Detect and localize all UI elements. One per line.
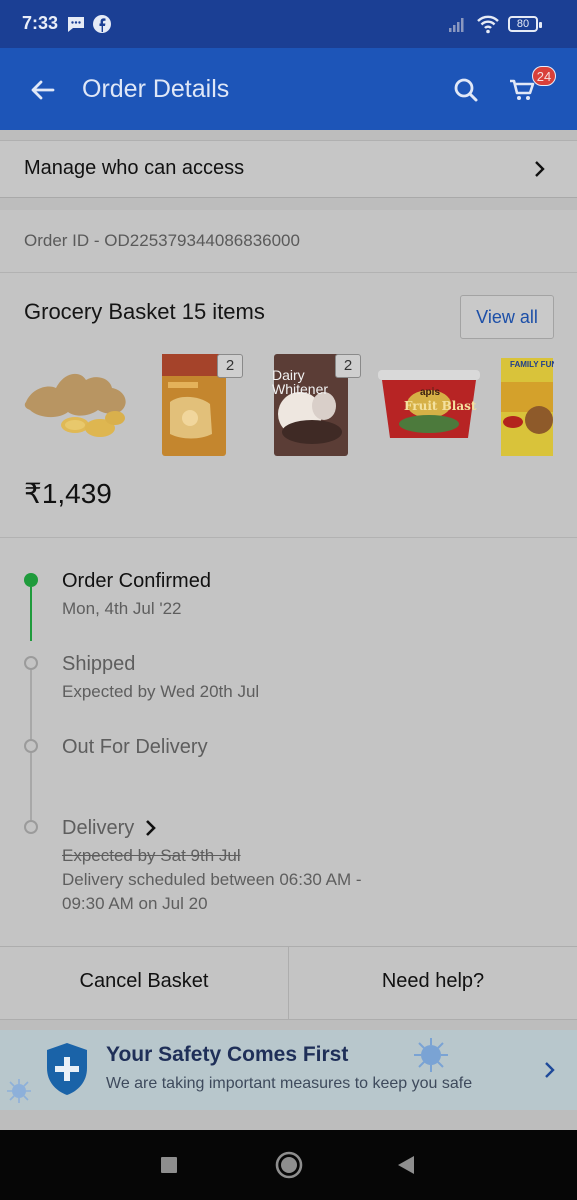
delivery-note: Delivery scheduled between 06:30 AM - [62,870,362,889]
timeline-dot-done [24,573,38,587]
cancel-basket-button[interactable]: Cancel Basket [0,970,288,993]
wifi-icon [477,15,499,34]
quantity-badge: 2 [335,354,361,378]
timeline-dot-pending [24,739,38,753]
pack-text: Fruit Blast [404,399,477,413]
facebook-icon [93,15,111,33]
brand-text: apis [420,387,441,398]
message-icon [68,17,84,32]
timeline-title: Order Confirmed [62,570,211,592]
chevron-right-icon [545,1062,555,1078]
chevron-right-icon[interactable] [143,818,159,838]
timeline-title: Out For Delivery [62,736,208,758]
cart-icon[interactable] [508,76,536,104]
view-all-button[interactable]: View all [460,295,554,339]
page-title: Order Details [82,75,230,103]
chevron-right-icon [535,161,545,177]
battery-indicator: 80 [508,16,542,32]
back-arrow-icon[interactable] [28,76,56,104]
virus-icon [7,1079,31,1103]
home-icon[interactable] [274,1150,304,1180]
virus-icon [414,1038,448,1072]
signal-icon [449,18,464,32]
basket-title: Grocery Basket 15 items [24,299,265,324]
timeline-subtitle: Expected by Wed 20th Jul [62,682,260,701]
timeline-subtitle-struck: Expected by Sat 9th Jul [62,846,241,865]
need-help-button[interactable]: Need help? [289,970,577,993]
safety-title: Your Safety Comes First [106,1043,349,1066]
delivery-note: 09:30 AM on Jul 20 [62,894,208,913]
timeline-dot-pending [24,820,38,834]
timeline-subtitle: Mon, 4th Jul '22 [62,599,182,618]
timeline-dot-pending [24,656,38,670]
ginger-image[interactable] [20,362,132,448]
order-id: Order ID - OD225379344086836000 [24,231,300,250]
cart-count-badge: 24 [532,66,556,86]
divider [0,272,577,273]
order-price: ₹1,439 [24,478,112,509]
pack-text: FAMILY FUN P [510,360,554,369]
divider [0,537,577,538]
back-nav-icon[interactable] [396,1155,416,1175]
manage-access-label: Manage who can access [24,157,245,179]
status-time: 7:33 [22,13,59,33]
timeline-line-done [30,587,32,641]
recents-icon[interactable] [160,1156,178,1174]
timeline-title[interactable]: Delivery [62,817,134,840]
search-icon[interactable] [452,76,480,104]
shield-icon [47,1043,87,1095]
noodles-pack-image[interactable] [499,356,553,458]
safety-subtitle: We are taking important measures to keep… [106,1075,473,1092]
timeline-title: Shipped [62,653,136,675]
quantity-badge: 2 [217,354,243,378]
